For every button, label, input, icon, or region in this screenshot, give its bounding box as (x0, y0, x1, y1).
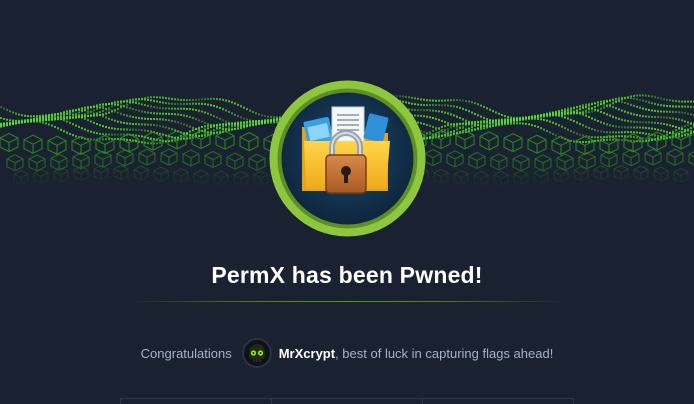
stats-card-edge (120, 398, 574, 404)
user-avatar-skull-icon (241, 338, 272, 368)
congrats-suffix: , best of luck in capturing flags ahead! (335, 345, 554, 361)
stats-card-cell (121, 399, 272, 404)
user-avatar[interactable] (241, 338, 272, 368)
congrats-prefix: Congratulations (140, 345, 232, 361)
locked-folder-icon (302, 106, 390, 194)
stats-card-cell (423, 399, 573, 404)
page-title: PermX has been Pwned! (211, 262, 483, 288)
congrats-message: Congratulations MrXcrypt , best of luck … (0, 336, 694, 370)
username-link[interactable]: MrXcrypt (279, 346, 335, 361)
stats-card-cell (272, 399, 423, 404)
title-divider (128, 301, 566, 302)
machine-badge (268, 79, 427, 238)
